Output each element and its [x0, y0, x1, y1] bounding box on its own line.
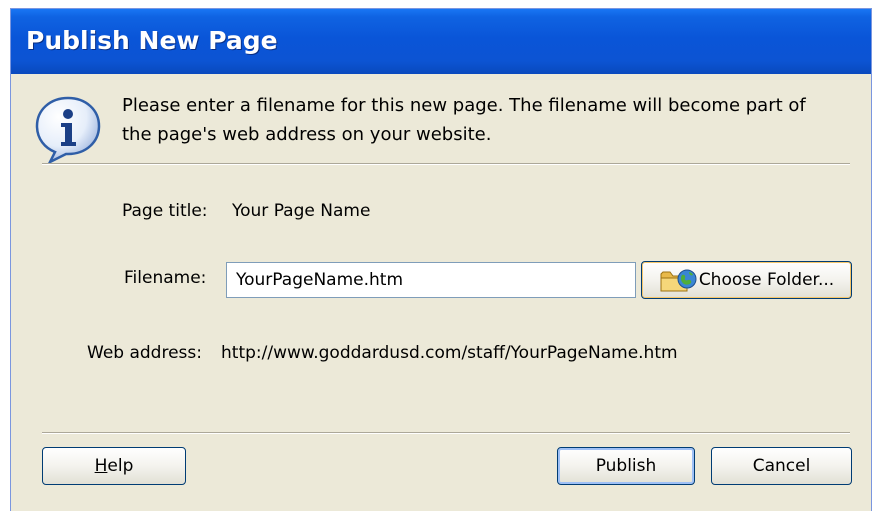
web-address-label: Web address: [87, 343, 202, 363]
info-message: Please enter a filename for this new pag… [122, 91, 822, 149]
info-message-line-2: the page's web address on your website. [122, 124, 492, 145]
page-title-label: Page title: [122, 201, 208, 221]
help-button[interactable]: Help [42, 447, 186, 485]
choose-folder-label: Choose Folder... [698, 270, 835, 290]
top-divider [42, 163, 850, 165]
info-icon [35, 96, 101, 164]
title-bar[interactable]: Publish New Page [11, 9, 871, 74]
publish-label: Publish [595, 456, 657, 476]
dialog-title: Publish New Page [26, 26, 278, 55]
help-mnemonic: H [94, 456, 108, 476]
publish-button[interactable]: Publish [557, 447, 695, 485]
info-message-line-1: Please enter a filename for this new pag… [122, 95, 806, 116]
cancel-button[interactable]: Cancel [711, 447, 852, 485]
filename-label: Filename: [124, 268, 207, 288]
folder-globe-icon [660, 269, 697, 292]
choose-folder-button[interactable]: Choose Folder... [641, 261, 852, 299]
help-label: elp [107, 456, 134, 476]
publish-new-page-dialog: Publish New Page Please enter a filename… [10, 8, 872, 511]
filename-input[interactable] [226, 262, 636, 298]
cancel-label: Cancel [752, 456, 811, 476]
web-address-value: http://www.goddardusd.com/staff/YourPage… [221, 343, 678, 363]
bottom-divider [42, 432, 850, 434]
page-title-value: Your Page Name [232, 201, 371, 221]
